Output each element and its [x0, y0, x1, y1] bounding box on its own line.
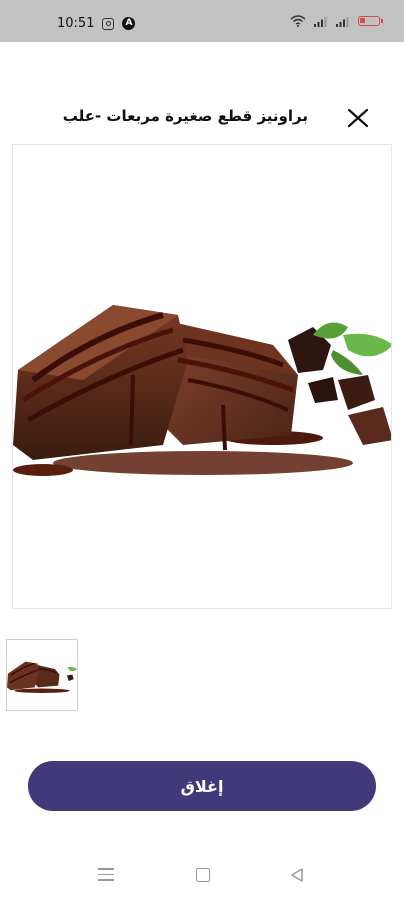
page-title: براونيز قطع صغيرة مربعات -علب — [62, 107, 308, 125]
status-time: 10:51 — [57, 16, 95, 31]
menu-icon[interactable] — [98, 868, 114, 882]
header: براونيز قطع صغيرة مربعات -علب — [0, 95, 404, 139]
battery-icon — [358, 16, 383, 26]
status-bar: 10:51 A — [0, 0, 404, 42]
back-icon[interactable] — [290, 868, 304, 882]
close-action-button[interactable]: إغلاق — [28, 761, 376, 811]
signal-icon — [314, 16, 327, 27]
brownie-thumbnail — [7, 661, 77, 693]
close-icon — [347, 108, 369, 128]
signal-icon — [336, 16, 349, 27]
thumbnail-item[interactable] — [6, 639, 78, 711]
battery-level — [360, 18, 365, 23]
status-left: 10:51 A — [57, 16, 136, 31]
product-image[interactable] — [12, 144, 392, 609]
wifi-icon — [290, 15, 306, 27]
brownie-product-image — [13, 305, 391, 476]
home-icon[interactable] — [196, 868, 210, 882]
a-badge-icon: A — [122, 17, 136, 30]
system-nav-bar — [0, 850, 404, 900]
instagram-icon — [102, 17, 115, 30]
close-button[interactable] — [340, 100, 376, 136]
status-right — [290, 15, 383, 27]
